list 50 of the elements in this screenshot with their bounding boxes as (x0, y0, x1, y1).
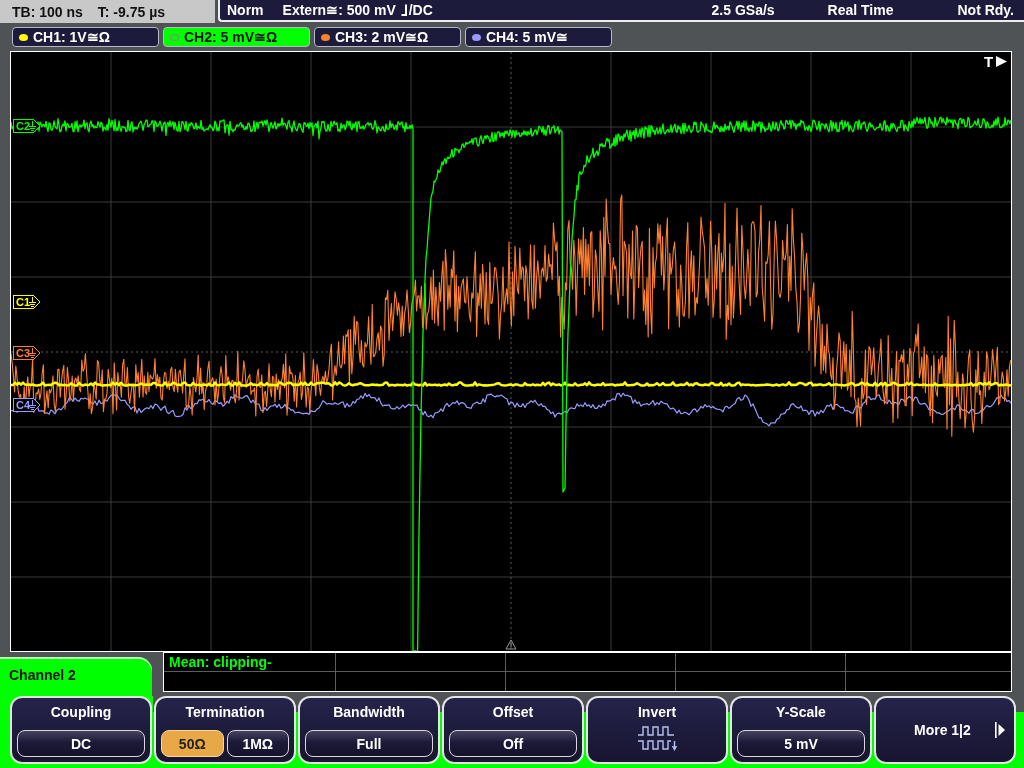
marker-label: C3 (16, 347, 31, 359)
more-button[interactable]: More 1|2 (874, 696, 1016, 764)
softkey-label: Y-Scale (776, 704, 826, 720)
marker-label: C4 (16, 399, 31, 411)
dot-icon (321, 33, 330, 41)
softkey-panel[interactable]: Invert (586, 696, 728, 764)
rising-edge-icon (400, 4, 408, 16)
arrow-right-icon (994, 722, 1005, 738)
option-button[interactable]: 1MΩ (226, 730, 289, 757)
marker-label: C1 (16, 296, 31, 308)
value-button[interactable]: 5 mV (737, 730, 865, 757)
trigger-position-label: T (984, 53, 994, 70)
channel-marker[interactable]: C4 (13, 398, 41, 412)
trigger-source-label: Extern≅: 500 mV (282, 2, 396, 18)
invert-wave-icon (637, 724, 677, 752)
ground-icon (28, 120, 37, 131)
channel-tab[interactable]: CH3: 2 mV≅Ω (314, 27, 461, 47)
marker-label: C2 (16, 120, 31, 132)
softkey-label: Invert (637, 704, 677, 720)
dot-icon (472, 33, 481, 41)
softkey-label: Termination (185, 704, 265, 720)
trigger-time-label: T: -9.75 µs (97, 3, 166, 20)
channel-marker[interactable]: C1 (13, 295, 41, 309)
acquisition-mode-label: Real Time (827, 2, 894, 18)
sample-rate-label: 2.5 GSa/s (711, 2, 775, 18)
menu-title: Channel 2 (0, 657, 152, 696)
status-label: Not Rdy. (957, 2, 1014, 18)
dot-icon (170, 33, 179, 41)
value-button[interactable]: Full (305, 730, 433, 757)
channel-tab[interactable]: CH4: 5 mV≅ (465, 27, 612, 47)
channel-tab[interactable]: CH1: 1V≅Ω (12, 27, 159, 47)
dot-icon (19, 33, 28, 41)
ground-icon (28, 296, 37, 307)
channel-tab[interactable]: CH2: 5 mV≅Ω (163, 27, 310, 47)
softkey-label: Bandwidth (333, 704, 405, 720)
measurement-readout: Mean: clipping- (169, 653, 272, 671)
ground-icon (28, 399, 37, 410)
channel-marker[interactable]: C3 (13, 346, 41, 360)
timebase-label: TB: 100 ns (12, 3, 83, 20)
trigger-point-icon (505, 639, 517, 650)
channel-marker[interactable]: C2 (13, 119, 41, 133)
trigger-coupling-label: /DC (408, 2, 433, 18)
trigger-mode-label: Norm (227, 2, 264, 18)
softkey-label: Coupling (50, 704, 112, 720)
ground-icon (28, 347, 37, 358)
value-button[interactable]: DC (17, 730, 145, 757)
value-button[interactable]: Off (449, 730, 577, 757)
triangle-icon (996, 56, 1007, 67)
softkey-label: Offset (492, 704, 534, 720)
option-button[interactable]: 50Ω (161, 730, 224, 757)
